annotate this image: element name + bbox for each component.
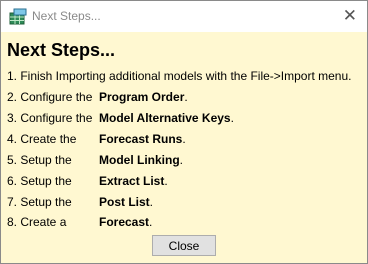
step-text: 4. Create the [7, 132, 77, 146]
step-item-5: 5. Setup the Model Linking. [7, 153, 183, 167]
step-text: 2. Configure the [7, 90, 93, 104]
step-item-7: 7. Setup the Post List. [7, 195, 153, 209]
step-suffix: . [230, 111, 234, 125]
next-steps-dialog: Next Steps... ✕ Next Steps... 1. Finish … [0, 0, 368, 264]
close-button[interactable]: Close [152, 235, 216, 256]
step-suffix: . [149, 195, 154, 209]
step-target-post-list: Post List [99, 195, 150, 209]
step-target-program-order: Program Order [99, 90, 185, 104]
step-text: 1. Finish Importing additional models wi… [7, 69, 352, 83]
dialog-heading: Next Steps... [7, 40, 116, 60]
step-text: 7. Setup the [7, 195, 72, 209]
step-target-forecast-runs: Forecast Runs [99, 132, 183, 146]
step-text: 8. Create a [7, 215, 67, 229]
step-suffix: . [184, 90, 188, 104]
step-target-forecast: Forecast [99, 215, 150, 229]
step-suffix: . [179, 153, 184, 167]
step-text: 5. Setup the [7, 153, 72, 167]
step-target-model-alternative-keys: Model Alternative Keys [99, 111, 231, 125]
step-item-4: 4. Create the Forecast Runs. [7, 132, 186, 146]
step-suffix: . [182, 132, 186, 146]
dialog-content: Next Steps... 1. Finish Importing additi… [1, 32, 367, 263]
step-suffix: . [149, 215, 153, 229]
step-item-2: 2. Configure the Program Order. [7, 90, 188, 104]
step-item-6: 6. Setup the Extract List. [7, 174, 168, 188]
step-suffix: . [164, 174, 168, 188]
step-target-model-linking: Model Linking [99, 153, 180, 167]
close-window-icon[interactable]: ✕ [343, 6, 357, 26]
step-item-8: 8. Create a Forecast. [7, 215, 152, 229]
step-target-extract-list: Extract List [99, 174, 165, 188]
step-item-1: 1. Finish Importing additional models wi… [7, 69, 352, 83]
step-item-3: 3. Configure the Model Alternative Keys. [7, 111, 234, 125]
step-text: 6. Setup the [7, 174, 72, 188]
grid-table-app-icon [9, 8, 27, 25]
step-text: 3. Configure the [7, 111, 93, 125]
title-bar: Next Steps... ✕ [1, 1, 367, 32]
window-title: Next Steps... [32, 9, 101, 23]
